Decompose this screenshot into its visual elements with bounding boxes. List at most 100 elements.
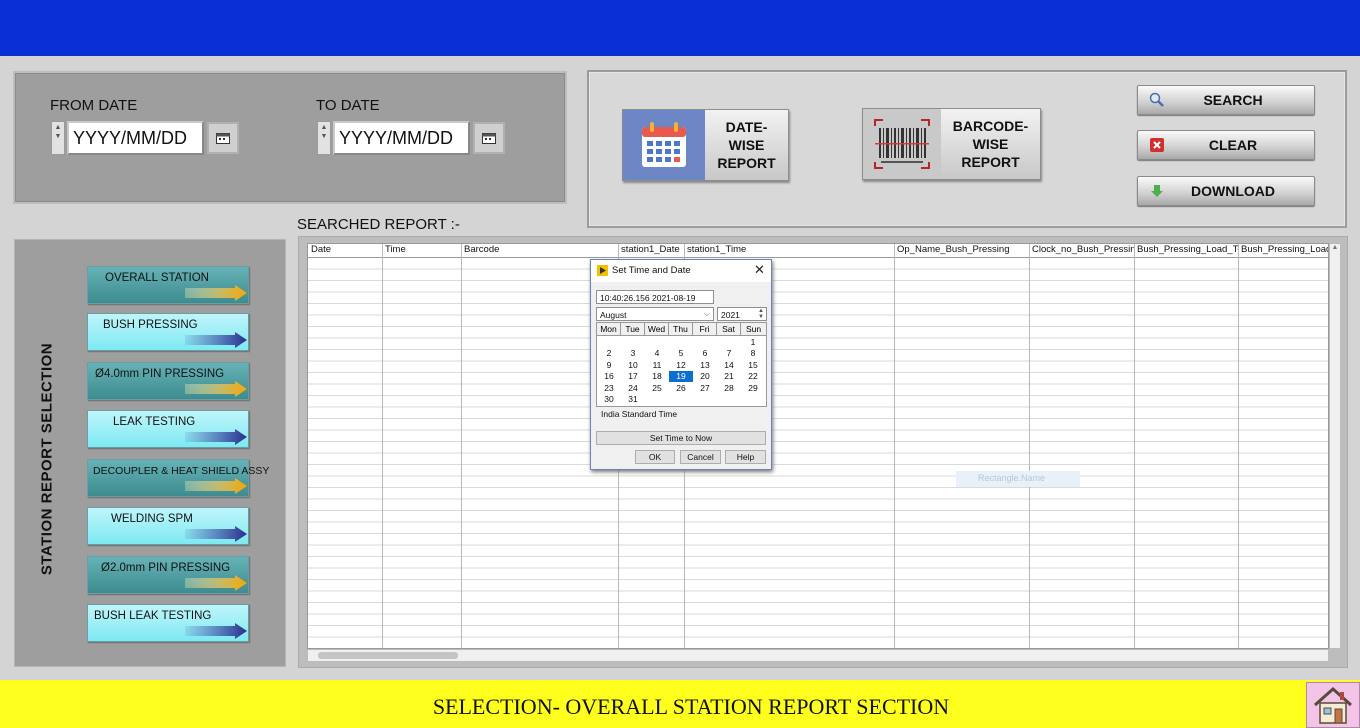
datetime-field[interactable]: 10:40:26.156 2021-08-19	[596, 290, 714, 304]
close-icon	[1144, 132, 1170, 158]
calendar-day[interactable]: 12	[669, 360, 693, 371]
column-divider	[1238, 244, 1239, 648]
column-header[interactable]: Time	[382, 244, 461, 258]
column-header[interactable]: station1_Date	[618, 244, 684, 258]
calendar-day[interactable]: 11	[645, 360, 669, 371]
to-date-calendar-button[interactable]	[473, 122, 505, 154]
column-header[interactable]: Bush_Pressing_Load_M	[1238, 244, 1328, 258]
arrow-right-icon	[185, 526, 247, 542]
calendar-day[interactable]: 9	[597, 360, 621, 371]
column-header[interactable]: Clock_no_Bush_Pressing	[1029, 244, 1134, 258]
calendar-day[interactable]: 14	[717, 360, 741, 371]
calendar-day[interactable]: 13	[693, 360, 717, 371]
calendar-day[interactable]: 18	[645, 371, 669, 382]
barcode-wise-report-button[interactable]: BARCODE-WISE REPORT	[862, 108, 1041, 180]
calendar-day[interactable]: 17	[621, 371, 645, 382]
day-header: Sun	[741, 323, 766, 336]
arrow-right-icon	[185, 478, 247, 494]
day-header: Mon	[597, 323, 621, 336]
station-selection-title: STATION REPORT SELECTION	[38, 342, 56, 576]
calendar-day[interactable]: 2	[597, 348, 621, 359]
calendar-day[interactable]: 19	[669, 371, 693, 383]
table-vertical-scrollbar[interactable]: ▲	[1329, 243, 1341, 649]
arrow-right-icon	[185, 285, 247, 301]
calendar-day[interactable]: 7	[717, 348, 741, 359]
column-divider	[894, 244, 895, 648]
report-table[interactable]: Date Time Barcode station1_Date station1…	[307, 243, 1329, 649]
calendar-day[interactable]: 10	[621, 360, 645, 371]
calendar-day[interactable]: 29	[741, 383, 765, 394]
station-decoupler-heat-shield-button[interactable]: DECOUPLER & HEAT SHIELD ASSY	[87, 459, 269, 497]
from-date-spinner[interactable]: ▲ ▼	[51, 121, 65, 155]
from-date-input[interactable]: YYYY/MM/DD	[67, 121, 204, 155]
to-date-label: TO DATE	[316, 97, 380, 114]
barcode-wise-report-label: BARCODE-WISE REPORT	[952, 118, 1029, 170]
arrow-right-icon	[185, 332, 247, 348]
calendar-day[interactable]: 1	[741, 337, 765, 348]
close-icon[interactable]: ✕	[754, 262, 765, 278]
home-button[interactable]	[1306, 682, 1360, 728]
calendar-grid: Mon Tue Wed Thu Fri Sat Sun 1 2 3 4 5 6 7 8 9 10 1…	[596, 322, 767, 407]
calendar-day[interactable]: 24	[621, 383, 645, 394]
spinner-icon: ▲ ▼	[758, 308, 764, 320]
column-header[interactable]: Barcode	[461, 244, 618, 258]
calendar-day[interactable]: 15	[741, 360, 765, 371]
station-bush-pressing-button[interactable]: BUSH PRESSING	[87, 313, 249, 351]
ok-button[interactable]: OK	[635, 450, 675, 464]
calendar-day[interactable]: 28	[717, 383, 741, 394]
day-header: Tue	[621, 323, 645, 336]
column-header[interactable]: Bush_Pressing_Load_Top	[1134, 244, 1238, 258]
column-header[interactable]: Op_Name_Bush_Pressing	[894, 244, 1029, 258]
calendar-day[interactable]: 4	[645, 348, 669, 359]
column-divider	[461, 244, 462, 648]
calendar-day[interactable]: 30	[597, 394, 621, 405]
home-icon	[1314, 686, 1352, 724]
day-header: Thu	[669, 323, 693, 336]
cancel-button[interactable]: Cancel	[680, 450, 721, 464]
column-header[interactable]: Date	[308, 244, 382, 258]
year-stepper[interactable]: 2021 ▲ ▼	[717, 307, 767, 321]
day-header: Wed	[645, 323, 669, 336]
calendar-day[interactable]: 25	[645, 383, 669, 394]
calendar-day[interactable]: 31	[621, 394, 645, 405]
month-select[interactable]: August ⌵	[596, 307, 714, 321]
column-divider	[1029, 244, 1030, 648]
horizontal-scroll-thumb[interactable]	[318, 652, 458, 659]
help-button[interactable]: Help	[725, 450, 766, 464]
to-date-input[interactable]: YYYY/MM/DD	[333, 121, 470, 155]
clear-button[interactable]: CLEAR	[1137, 130, 1315, 160]
station-bush-leak-testing-button[interactable]: BUSH LEAK TESTING	[87, 604, 249, 642]
column-divider	[1134, 244, 1135, 648]
station-leak-testing-button[interactable]: LEAK TESTING	[87, 410, 249, 448]
calendar-day[interactable]: 6	[693, 348, 717, 359]
station-2mm-pin-pressing-button[interactable]: Ø2.0mm PIN PRESSING	[87, 556, 249, 594]
column-header[interactable]: station1_Time	[684, 244, 894, 258]
calendar-day[interactable]: 21	[717, 371, 741, 382]
calendar-day[interactable]: 16	[597, 371, 621, 382]
calendar-day[interactable]: 27	[693, 383, 717, 394]
table-horizontal-scrollbar[interactable]	[307, 649, 1329, 662]
calendar-day[interactable]: 22	[741, 371, 765, 382]
station-welding-spm-button[interactable]: WELDING SPM	[87, 507, 249, 545]
station-overall-button[interactable]: OVERALL STATION	[87, 266, 249, 304]
searched-report-label: SEARCHED REPORT :-	[297, 216, 460, 233]
rectangle-name-hint: Rectangle.Name	[956, 471, 1080, 487]
calendar-day[interactable]: 8	[741, 348, 765, 359]
calendar-day[interactable]: 20	[693, 371, 717, 382]
from-date-calendar-button[interactable]	[207, 122, 239, 154]
to-date-spinner[interactable]: ▲ ▼	[317, 121, 331, 155]
calendar-day[interactable]: 23	[597, 383, 621, 394]
station-4mm-pin-pressing-button[interactable]: Ø4.0mm PIN PRESSING	[87, 362, 249, 400]
arrow-right-icon	[185, 575, 247, 591]
footer-section-title: SELECTION- OVERALL STATION REPORT SECTIO…	[432, 694, 950, 719]
barcode-icon	[863, 109, 941, 179]
set-time-now-button[interactable]: Set Time to Now	[596, 431, 766, 445]
dialog-title: Set Time and Date	[591, 260, 771, 282]
calendar-day[interactable]: 5	[669, 348, 693, 359]
date-wise-report-button[interactable]: DATE-WISE REPORT	[622, 109, 789, 181]
labview-icon	[597, 265, 608, 276]
download-button[interactable]: DOWNLOAD	[1137, 176, 1315, 206]
calendar-day[interactable]: 26	[669, 383, 693, 394]
calendar-day[interactable]: 3	[621, 348, 645, 359]
search-button[interactable]: SEARCH	[1137, 85, 1315, 115]
